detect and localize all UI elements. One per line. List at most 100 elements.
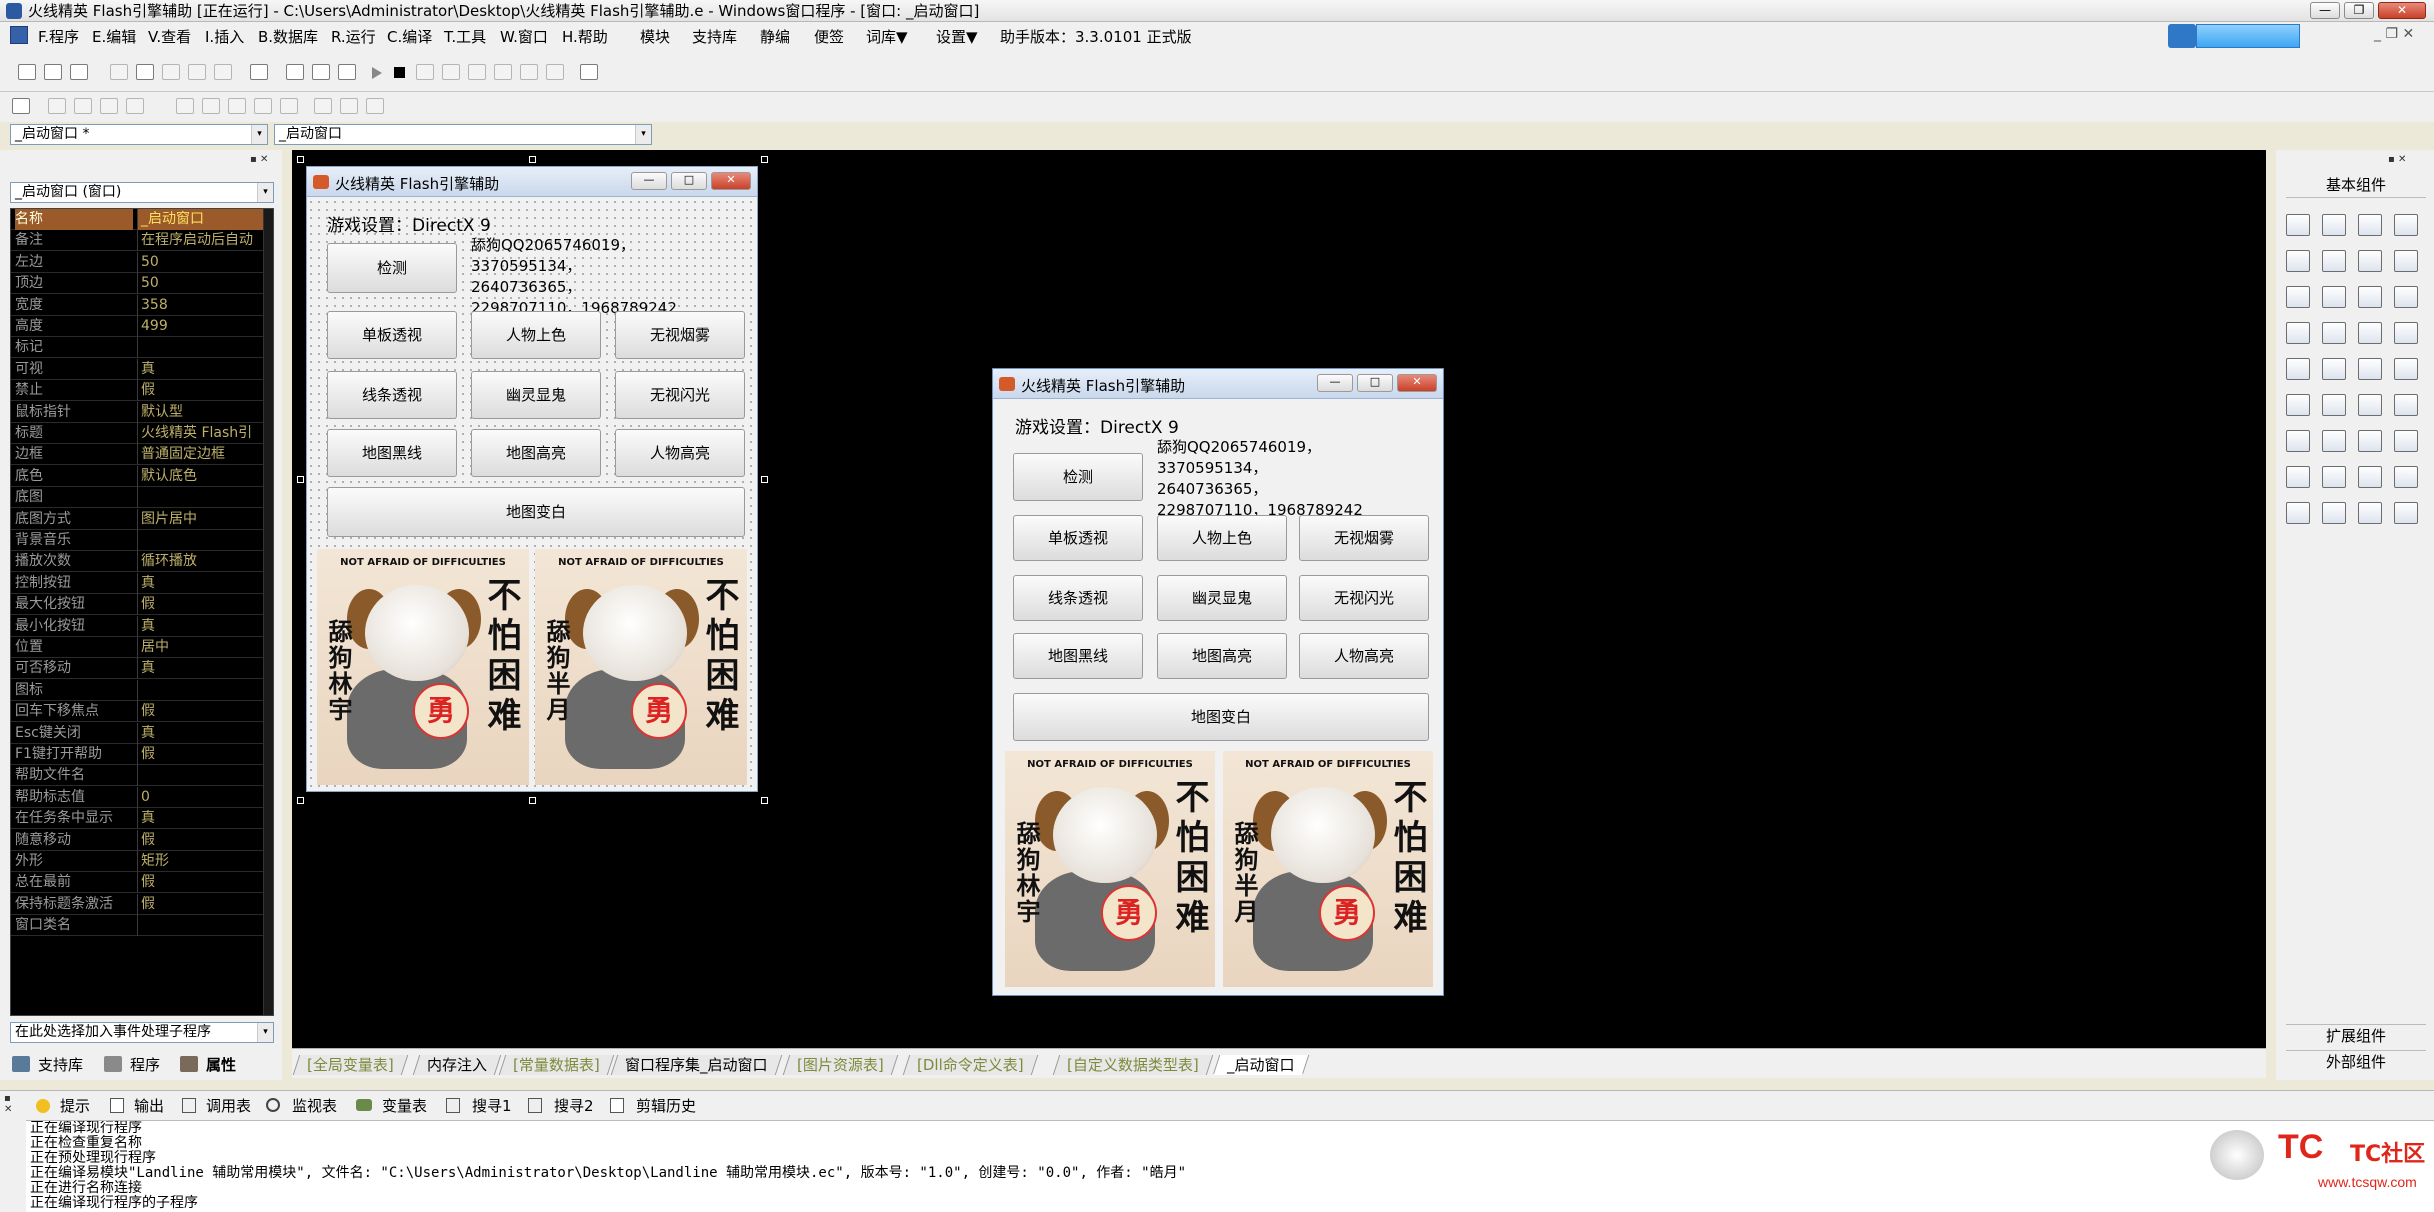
space-v-icon[interactable] bbox=[202, 98, 220, 114]
open-file-icon[interactable] bbox=[44, 64, 62, 80]
resize-handle[interactable] bbox=[529, 156, 536, 163]
tab-dll-commands[interactable]: [Dll命令定义表] bbox=[902, 1055, 1038, 1075]
btn-map-white[interactable]: 地图变白 bbox=[327, 487, 745, 537]
property-value[interactable] bbox=[137, 765, 263, 787]
menu-help[interactable]: H.帮助 bbox=[562, 26, 608, 47]
app-minimize-button[interactable]: — bbox=[1317, 374, 1353, 392]
align-top-icon[interactable] bbox=[126, 98, 144, 114]
btn-board-esp[interactable]: 单板透视 bbox=[327, 311, 457, 359]
property-value[interactable]: 火线精英 Flash引 bbox=[137, 423, 263, 444]
detect-button[interactable]: 检测 bbox=[327, 243, 457, 293]
form-minimize-button[interactable]: — bbox=[631, 172, 667, 190]
resize-handle[interactable] bbox=[761, 476, 768, 483]
resize-handle[interactable] bbox=[761, 797, 768, 804]
menu-notes[interactable]: 便签 bbox=[814, 26, 844, 47]
property-row[interactable]: 随意移动 假 bbox=[11, 829, 263, 851]
layout-icon[interactable] bbox=[286, 64, 304, 80]
btn-ghost[interactable]: 幽灵显鬼 bbox=[1157, 575, 1287, 621]
tab-properties[interactable]: 属性 bbox=[206, 1054, 236, 1075]
property-row[interactable]: F1键打开帮助 假 bbox=[11, 744, 263, 765]
net-icon[interactable] bbox=[2358, 430, 2382, 452]
form-maximize-button[interactable]: □ bbox=[671, 172, 707, 190]
breakpoint-icon[interactable] bbox=[520, 64, 538, 80]
close-button[interactable]: ✕ bbox=[2378, 2, 2426, 19]
new-file-icon[interactable] bbox=[18, 64, 36, 80]
property-row[interactable]: 总在最前 假 bbox=[11, 872, 263, 894]
extended-components[interactable]: 扩展组件 bbox=[2286, 1024, 2426, 1048]
db-icon[interactable] bbox=[2322, 430, 2346, 452]
running-app-window[interactable]: 火线精英 Flash引擎辅助 — □ ✕ 游戏设置：DirectX 9 舔狗QQ… bbox=[992, 368, 1444, 996]
tab-window-set[interactable]: 窗口程序集_启动窗口 bbox=[610, 1055, 782, 1075]
resize-handle[interactable] bbox=[297, 797, 304, 804]
property-row[interactable]: 窗口类名 bbox=[11, 915, 263, 937]
app-maximize-button[interactable]: □ bbox=[1357, 374, 1393, 392]
property-row[interactable]: 位置 居中 bbox=[11, 637, 263, 658]
layout3-icon[interactable] bbox=[338, 64, 356, 80]
btn-map-black[interactable]: 地图黑线 bbox=[327, 429, 457, 477]
btn-no-flash[interactable]: 无视闪光 bbox=[615, 371, 745, 419]
property-row[interactable]: 控制按钮 真 bbox=[11, 572, 263, 594]
grid-icon[interactable] bbox=[2394, 466, 2418, 488]
copy-icon[interactable] bbox=[136, 64, 154, 80]
tab-search1[interactable]: 搜寻1 bbox=[472, 1095, 512, 1116]
cut-icon[interactable] bbox=[110, 64, 128, 80]
property-row[interactable]: 最小化按钮 真 bbox=[11, 615, 263, 637]
bar-icon[interactable] bbox=[2394, 322, 2418, 344]
design-form[interactable]: 火线精英 Flash引擎辅助 — □ ✕ 游戏设置：DirectX 9 舔狗QQ… bbox=[306, 166, 758, 792]
list-icon[interactable] bbox=[2394, 286, 2418, 308]
property-row[interactable]: Esc键关闭 真 bbox=[11, 722, 263, 744]
menu-run[interactable]: R.运行 bbox=[331, 26, 376, 47]
tab-variables[interactable]: 变量表 bbox=[382, 1095, 427, 1116]
picture-icon[interactable] bbox=[2358, 214, 2382, 236]
hand-icon[interactable] bbox=[546, 64, 564, 80]
menu-module[interactable]: 模块 bbox=[640, 26, 670, 47]
tab-memory-inject[interactable]: 内存注入 bbox=[412, 1055, 502, 1075]
edit-box-icon[interactable] bbox=[2286, 250, 2310, 272]
chevron-down-icon[interactable]: ▾ bbox=[635, 125, 651, 144]
property-value[interactable]: 居中 bbox=[137, 637, 263, 658]
server-icon[interactable] bbox=[2394, 430, 2418, 452]
property-row[interactable]: 背景音乐 bbox=[11, 530, 263, 551]
property-value[interactable]: 假 bbox=[137, 744, 263, 765]
panel-icon[interactable] bbox=[2322, 466, 2346, 488]
undo-icon[interactable] bbox=[188, 64, 206, 80]
property-row[interactable]: 外形 矩形 bbox=[11, 851, 263, 872]
label-icon[interactable] bbox=[2322, 214, 2346, 236]
btn-no-flash[interactable]: 无视闪光 bbox=[1299, 575, 1429, 621]
progress-icon[interactable] bbox=[2358, 358, 2382, 380]
property-value[interactable]: 普通固定边框 bbox=[137, 444, 263, 466]
window-combo[interactable]: _启动窗口 * ▾ bbox=[10, 124, 268, 145]
btn-board-esp[interactable]: 单板透视 bbox=[1013, 515, 1143, 561]
pin-icon[interactable]: ▪ ✕ bbox=[4, 1093, 12, 1115]
property-row[interactable]: 高度 499 bbox=[11, 316, 263, 337]
tab-search2[interactable]: 搜寻2 bbox=[554, 1095, 594, 1116]
external-components[interactable]: 外部组件 bbox=[2286, 1050, 2426, 1074]
property-value[interactable]: 假 bbox=[137, 829, 263, 851]
property-row[interactable]: 可视 真 bbox=[11, 358, 263, 380]
align-center-icon[interactable] bbox=[74, 98, 92, 114]
btn-no-smoke[interactable]: 无视烟雾 bbox=[1299, 515, 1429, 561]
align-right-icon[interactable] bbox=[100, 98, 118, 114]
same-size-icon[interactable] bbox=[280, 98, 298, 114]
tab-start-window[interactable]: _启动窗口 bbox=[1212, 1055, 1309, 1075]
chevron-down-icon[interactable]: ▾ bbox=[257, 183, 273, 202]
form-close-button[interactable]: ✕ bbox=[711, 172, 751, 190]
property-row[interactable]: 保持标题条激活 假 bbox=[11, 893, 263, 915]
property-row[interactable]: 鼠标指针 默认型 bbox=[11, 401, 263, 423]
property-value[interactable]: 假 bbox=[137, 701, 263, 723]
table-icon[interactable] bbox=[2286, 322, 2310, 344]
property-value[interactable]: 假 bbox=[137, 893, 263, 915]
resize-handle[interactable] bbox=[761, 156, 768, 163]
cloud-icon[interactable] bbox=[2168, 24, 2196, 48]
menu-tools[interactable]: T.工具 bbox=[444, 26, 486, 47]
btn-char-color[interactable]: 人物上色 bbox=[1157, 515, 1287, 561]
property-row[interactable]: 标记 bbox=[11, 337, 263, 359]
property-value[interactable]: 默认底色 bbox=[137, 465, 263, 487]
btn-char-color[interactable]: 人物上色 bbox=[471, 311, 601, 359]
maximize-button[interactable]: ❐ bbox=[2344, 2, 2374, 19]
property-value[interactable] bbox=[137, 337, 263, 359]
property-row[interactable]: 底图方式 图片居中 bbox=[11, 508, 263, 530]
property-value[interactable]: _启动窗口 bbox=[137, 209, 263, 230]
panel-controls[interactable]: ▪ ✕ bbox=[250, 154, 268, 165]
step-out-icon[interactable] bbox=[468, 64, 486, 80]
